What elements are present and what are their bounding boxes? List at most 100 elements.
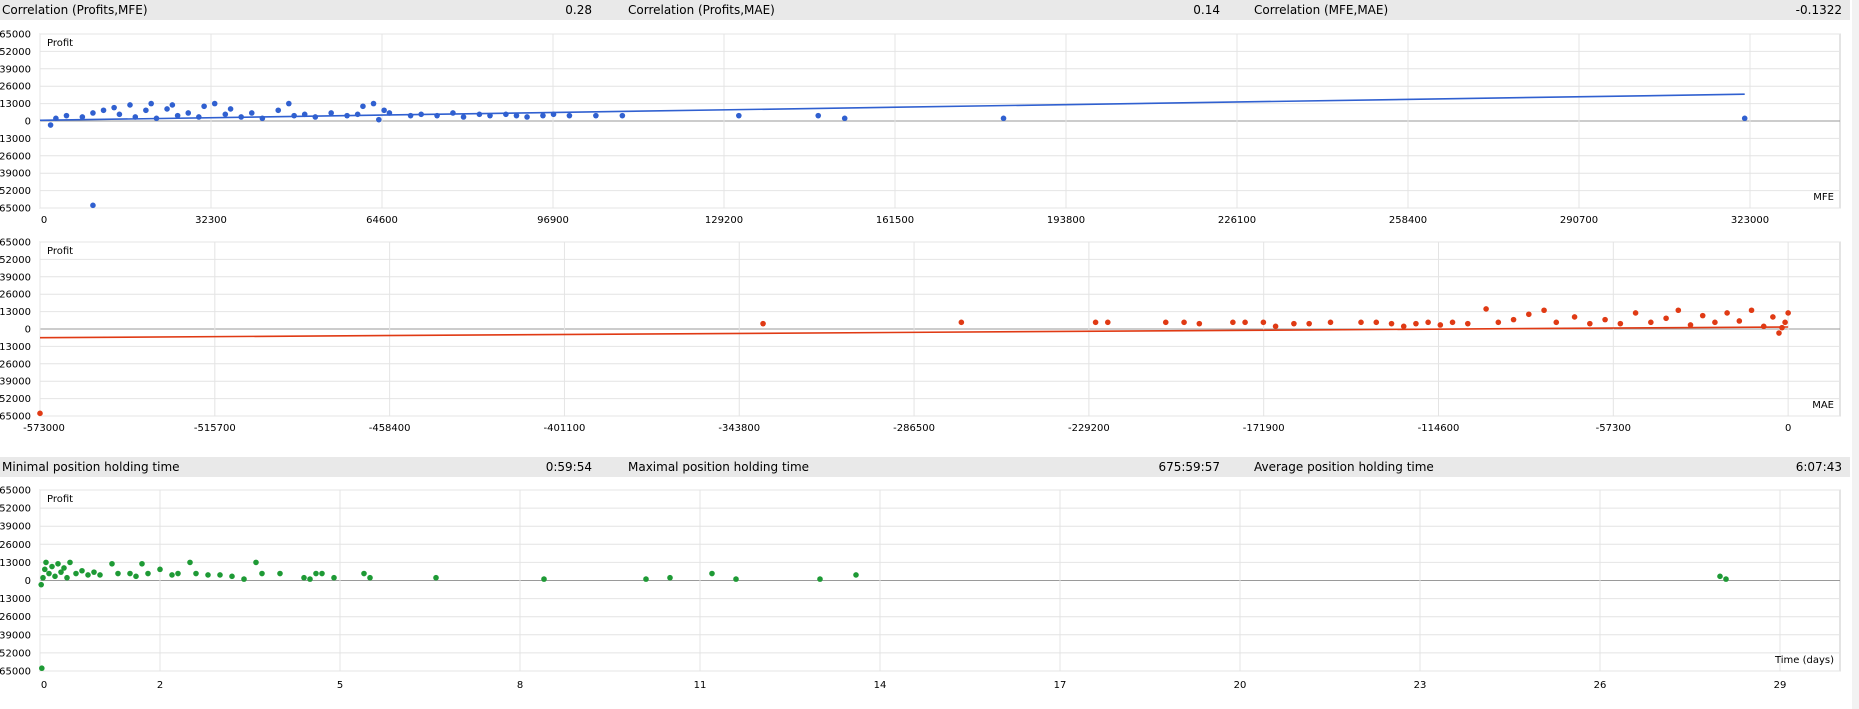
- data-point: [513, 112, 520, 119]
- data-point: [1687, 322, 1694, 328]
- data-point: [1196, 320, 1203, 327]
- y-tick-label: 0: [25, 325, 31, 336]
- data-point: [1260, 319, 1267, 326]
- data-point: [817, 576, 823, 582]
- x-tick-label: 290700: [1560, 215, 1598, 226]
- y-tick-label: -13000: [0, 134, 31, 145]
- y-tick-label: -39000: [0, 377, 31, 388]
- x-tick-label: 2: [157, 680, 163, 691]
- scrollbar[interactable]: [1852, 0, 1859, 709]
- y-tick-label: 13000: [0, 558, 31, 569]
- data-point: [1602, 316, 1608, 323]
- profit-vs-mfe-chart: 65000 52000 39000 26000 13000 0 -13000 -26000 -3…: [0, 30, 1841, 226]
- data-point: [367, 574, 373, 581]
- data-point: [205, 572, 211, 578]
- data-point: [1699, 312, 1706, 319]
- data-point: [148, 100, 154, 107]
- data-point: [174, 112, 181, 119]
- data-point: [64, 574, 70, 581]
- data-point: [450, 110, 456, 116]
- x-tick-label: 0: [41, 680, 47, 691]
- data-point: [487, 112, 493, 119]
- y-tick-label: 13000: [0, 99, 31, 110]
- data-point: [550, 111, 557, 118]
- data-point: [42, 566, 48, 573]
- data-point: [91, 569, 97, 575]
- data-point: [97, 572, 103, 578]
- x-tick-label: 96900: [537, 215, 569, 226]
- stat-value: 675:59:57: [1158, 460, 1220, 474]
- x-tick-label: 0: [1785, 423, 1791, 434]
- x-tick-label: -171900: [1243, 423, 1285, 434]
- data-point: [46, 570, 52, 577]
- x-axis-label: MAE: [1812, 400, 1834, 411]
- x-tick-label: 29: [1774, 680, 1787, 691]
- data-point: [1092, 319, 1099, 326]
- stat-label: Correlation (Profits,MFE): [2, 3, 148, 17]
- data-point: [1358, 319, 1364, 326]
- data-point: [540, 112, 546, 119]
- y-tick-label: -52000: [0, 648, 31, 659]
- data-point: [1327, 319, 1334, 326]
- data-point: [259, 115, 266, 122]
- data-point: [1571, 314, 1578, 320]
- data-point: [1541, 307, 1547, 314]
- data-point: [1663, 315, 1669, 322]
- data-point: [253, 559, 259, 566]
- data-point: [1724, 310, 1730, 316]
- data-point: [301, 111, 308, 118]
- stat-value: 0:59:54: [545, 460, 592, 474]
- data-point: [116, 111, 123, 118]
- data-point: [619, 112, 626, 119]
- data-point: [331, 574, 337, 581]
- x-tick-label: 26: [1594, 680, 1607, 691]
- x-tick-label: -343800: [718, 423, 760, 434]
- y-tick-label: -65000: [0, 412, 31, 423]
- data-point: [328, 110, 334, 116]
- data-point: [169, 102, 176, 108]
- data-point: [312, 114, 319, 120]
- data-point: [229, 573, 235, 580]
- data-point: [667, 574, 673, 581]
- data-point: [169, 572, 175, 578]
- data-point: [313, 570, 319, 577]
- data-point: [286, 100, 292, 107]
- y-tick-label: -65000: [0, 204, 31, 215]
- y-tick-label: -39000: [0, 169, 31, 180]
- stat-label: Correlation (Profits,MAE): [628, 3, 775, 17]
- x-tick-label: 32300: [195, 215, 227, 226]
- stat-label: Correlation (MFE,MAE): [1254, 3, 1389, 17]
- stat-value: 0.28: [565, 3, 592, 17]
- data-point: [1675, 307, 1682, 314]
- data-point: [460, 114, 467, 120]
- y-axis-label: Profit: [47, 246, 73, 257]
- data-point: [1449, 319, 1456, 326]
- x-tick-label: -573000: [23, 423, 65, 434]
- x-tick-label: 8: [517, 680, 523, 691]
- data-point: [1741, 115, 1748, 122]
- data-point: [1526, 311, 1532, 318]
- data-point: [370, 100, 377, 107]
- data-point: [1291, 320, 1297, 327]
- stat-label: Maximal position holding time: [628, 460, 810, 474]
- y-tick-label: -52000: [0, 394, 31, 405]
- x-tick-label: 0: [41, 215, 47, 226]
- x-tick-label: 14: [874, 680, 887, 691]
- y-tick-label: 13000: [0, 307, 31, 318]
- data-point: [37, 410, 43, 417]
- data-point: [1587, 320, 1593, 327]
- data-point: [344, 112, 350, 119]
- y-tick-label: 52000: [0, 255, 31, 266]
- y-tick-label: -26000: [0, 612, 31, 623]
- data-point: [196, 114, 202, 120]
- data-point: [1230, 319, 1236, 326]
- holding-time-stats-bar: Minimal position holding time 0:59:54 Ma…: [0, 457, 1850, 477]
- profit-vs-time-chart: 65000 52000 39000 26000 13000 0 -13000 -26000 -3…: [0, 486, 1841, 691]
- data-point: [1306, 320, 1312, 327]
- x-tick-label: -114600: [1418, 423, 1460, 434]
- data-point: [476, 111, 483, 118]
- data-point: [1760, 323, 1767, 330]
- data-point: [319, 570, 325, 577]
- data-point: [307, 576, 313, 582]
- data-point: [185, 110, 192, 116]
